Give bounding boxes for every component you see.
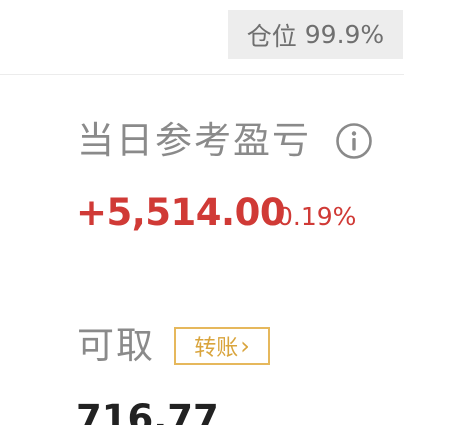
daily-pnl-percent: 0.19% xyxy=(277,202,357,231)
daily-pnl-label: 当日参考盈亏 xyxy=(77,119,311,162)
chevron-right-icon: › xyxy=(240,332,250,360)
available-label: 可取 xyxy=(77,324,155,367)
daily-pnl-amount: +5,514.00 xyxy=(76,191,286,234)
position-chip: 仓位 99.9% xyxy=(228,10,403,59)
info-icon[interactable] xyxy=(335,122,373,160)
section-divider xyxy=(0,74,404,75)
transfer-button[interactable]: 转账 › xyxy=(174,327,270,365)
available-amount: 716.77 xyxy=(76,397,219,425)
position-label: 仓位 xyxy=(246,21,297,51)
position-value: 99.9% xyxy=(304,20,385,49)
account-summary-panel: 仓位 99.9% 当日参考盈亏 +5,514.00 0.19% 可取 转账 › … xyxy=(0,0,449,425)
transfer-button-label: 转账 xyxy=(194,336,239,361)
